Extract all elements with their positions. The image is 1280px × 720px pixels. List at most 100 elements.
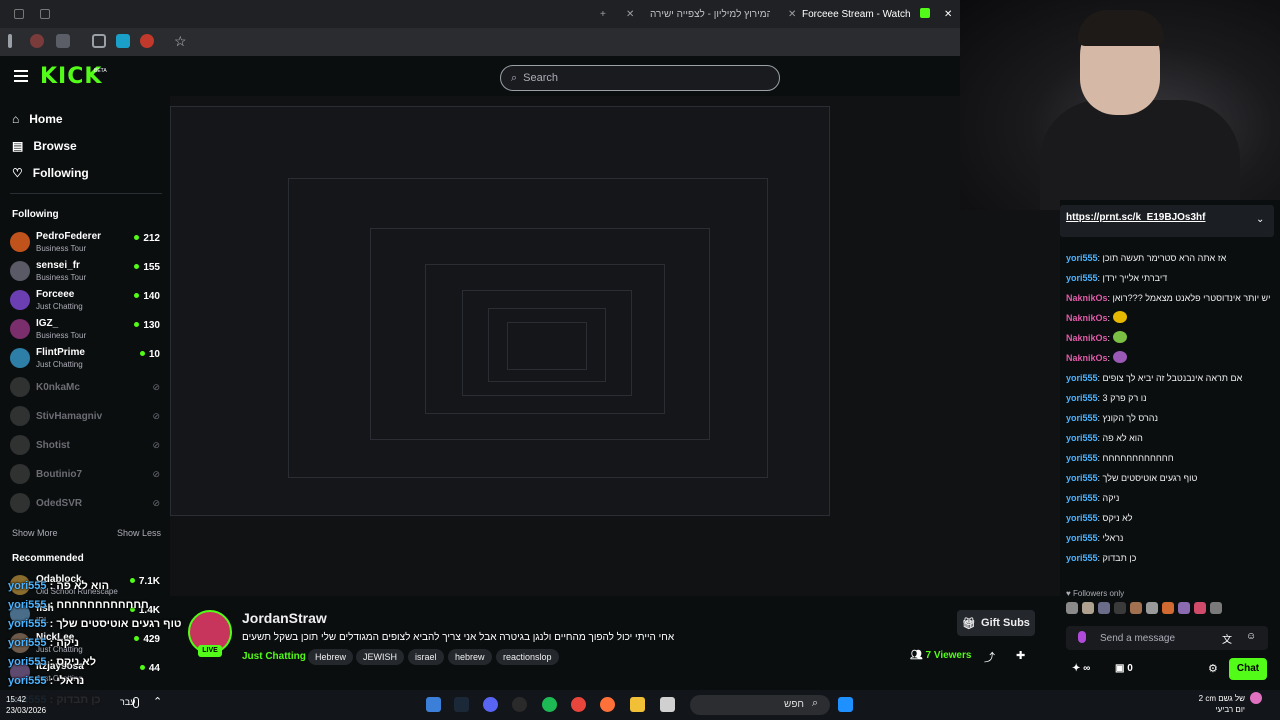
system-clock[interactable]: 15:42 23/03/2026 xyxy=(6,694,46,716)
stream-tag[interactable]: israel xyxy=(408,649,444,665)
send-chat-button[interactable]: Chat xyxy=(1229,658,1267,680)
emote-icon[interactable] xyxy=(1162,602,1174,614)
chat-message: yori555: ניקה xyxy=(1066,490,1272,506)
playlist-icon[interactable] xyxy=(56,34,70,48)
share-icon[interactable]: ⤴ xyxy=(984,649,995,665)
sidebar-channel[interactable]: Forceee Just Chatting 140 xyxy=(10,287,160,315)
emote-icon[interactable] xyxy=(1098,602,1110,614)
show-more-button[interactable]: Show More xyxy=(12,528,58,538)
close-window-icon[interactable]: ✕ xyxy=(944,2,956,26)
chat-username[interactable]: NaknikOs xyxy=(1066,333,1108,343)
window-menu-icon[interactable] xyxy=(14,9,24,19)
stream-tag[interactable]: Hebrew xyxy=(308,649,354,665)
taskbar-search[interactable]: חפש xyxy=(690,695,830,715)
chat-username[interactable]: yori555 xyxy=(1066,493,1098,503)
spotify-icon[interactable] xyxy=(542,697,557,712)
emote-icon[interactable] xyxy=(1130,602,1142,614)
emote-icon[interactable] xyxy=(1178,602,1190,614)
chat-username[interactable]: yori555 xyxy=(1066,513,1098,523)
stream-tag[interactable]: JEWISH xyxy=(356,649,405,665)
chat-username[interactable]: NaknikOs xyxy=(1066,353,1108,363)
stream-tag[interactable]: hebrew xyxy=(448,649,492,665)
follow-user-icon[interactable]: ✚ xyxy=(1016,649,1025,662)
chevron-down-icon[interactable]: ⌄ xyxy=(1256,214,1264,225)
avatar xyxy=(10,290,30,310)
microphone-icon[interactable] xyxy=(133,697,139,708)
emote-icon[interactable] xyxy=(1194,602,1206,614)
nav-home[interactable]: ⌂ Home xyxy=(12,112,63,126)
emote-icon[interactable] xyxy=(1082,602,1094,614)
translate-icon[interactable]: 文 xyxy=(1222,631,1232,646)
sidebar-channel[interactable]: IGZ_ Business Tour 130 xyxy=(10,316,160,344)
offline-icon: ⊘ xyxy=(152,498,160,508)
channel-points[interactable]: ✦ ∞ xyxy=(1072,663,1090,674)
chat-username[interactable]: yori555 xyxy=(1066,253,1098,263)
emote-icon[interactable] xyxy=(1210,602,1222,614)
tab-forceee[interactable]: Forceee Stream - Watch Live o xyxy=(802,2,914,26)
sidebar-channel-offline[interactable]: Shotist ⊘ xyxy=(10,432,160,460)
streamer-name[interactable]: JordanStraw xyxy=(242,610,327,626)
chat-username[interactable]: yori555 xyxy=(1066,413,1098,423)
emote-icon[interactable] xyxy=(1146,602,1158,614)
stream-category-link[interactable]: Just Chatting xyxy=(242,651,306,662)
extension-red-icon[interactable] xyxy=(140,34,154,48)
chevron-up-icon[interactable]: ⌃ xyxy=(153,695,162,708)
stream-tag[interactable]: reactionslop xyxy=(496,649,559,665)
firefox-icon[interactable] xyxy=(600,697,615,712)
settings-gear-icon[interactable]: ⚙ xyxy=(1208,662,1218,675)
sidebar-channel[interactable]: PedroFederer Business Tour 212 xyxy=(10,229,160,257)
new-tab-icon[interactable]: + xyxy=(600,2,614,26)
search-input[interactable]: ⌕ Search xyxy=(500,65,780,91)
rewards-count[interactable]: ▣ 0 xyxy=(1115,663,1133,674)
tab-search-icon[interactable] xyxy=(40,9,50,19)
profile-icon[interactable] xyxy=(30,34,44,48)
chat-username[interactable]: yori555 xyxy=(1066,473,1098,483)
chat-username[interactable]: yori555 xyxy=(1066,553,1098,563)
chat-message-input[interactable]: Send a message xyxy=(1066,626,1268,650)
weather-widget[interactable]: 2 cm של גשם יום רביעי xyxy=(1175,693,1245,715)
sidebar-channel-offline[interactable]: OdedSVR ⊘ xyxy=(10,490,160,518)
sidebar-channel[interactable]: sensei_fr Business Tour 155 xyxy=(10,258,160,286)
chat-username[interactable]: NaknikOs xyxy=(1066,313,1108,323)
sidebar-channel[interactable]: FlintPrime Just Chatting 10 xyxy=(10,345,160,373)
pinned-link[interactable]: https://prnt.sc/k_E19BJOs3hf xyxy=(1066,212,1205,223)
video-player[interactable] xyxy=(170,96,1060,596)
windows-start-icon[interactable] xyxy=(838,697,853,712)
nav-following[interactable]: ♡ Following xyxy=(12,166,89,180)
sidebar-channel-offline[interactable]: StivHamagniv ⊘ xyxy=(10,403,160,431)
chat-username[interactable]: yori555 xyxy=(1066,273,1098,283)
close-tab-icon[interactable]: ✕ xyxy=(626,2,636,26)
microphone-icon[interactable] xyxy=(1078,631,1086,643)
gift-subs-button[interactable]: 🎁︎ Gift Subs xyxy=(957,610,1035,636)
extensions-icon[interactable] xyxy=(92,34,106,48)
bookmark-star-icon[interactable]: ☆ xyxy=(174,33,187,50)
close-tab-icon[interactable]: ✕ xyxy=(788,2,798,26)
tab-hamerotz[interactable]: המירוץ למיליון - לצפייה ישירה xyxy=(650,2,770,26)
emote-icon[interactable] xyxy=(1114,602,1126,614)
obs-icon[interactable] xyxy=(512,697,527,712)
hamburger-menu-icon[interactable] xyxy=(14,70,28,82)
sidebar-channel-offline[interactable]: Boutinio7 ⊘ xyxy=(10,461,160,489)
file-explorer-icon[interactable] xyxy=(630,697,645,712)
chrome-icon[interactable] xyxy=(571,697,586,712)
chat-username[interactable]: yori555 xyxy=(1066,533,1098,543)
chat-username[interactable]: yori555 xyxy=(1066,453,1098,463)
discord-icon[interactable] xyxy=(483,697,498,712)
notification-icon[interactable] xyxy=(1250,692,1262,704)
chat-username[interactable]: NaknikOs xyxy=(1066,293,1108,303)
translate-icon[interactable] xyxy=(116,34,130,48)
show-less-button[interactable]: Show Less xyxy=(117,528,161,538)
sidebar-channel-offline[interactable]: K0nkaMc ⊘ xyxy=(10,374,160,402)
kebab-menu-icon[interactable] xyxy=(8,34,12,48)
overlay-username: yori555 xyxy=(8,580,47,592)
app-icon[interactable] xyxy=(660,697,675,712)
steam-icon[interactable] xyxy=(454,697,469,712)
chat-username[interactable]: yori555 xyxy=(1066,373,1098,383)
emote-icon[interactable] xyxy=(1066,602,1078,614)
chat-username[interactable]: yori555 xyxy=(1066,393,1098,403)
emoji-icon[interactable]: ☺ xyxy=(1246,631,1256,642)
notepad-icon[interactable] xyxy=(426,697,441,712)
chat-username[interactable]: yori555 xyxy=(1066,433,1098,443)
nav-browse[interactable]: ▤ Browse xyxy=(12,139,77,153)
nav-browse-label: Browse xyxy=(33,139,77,153)
